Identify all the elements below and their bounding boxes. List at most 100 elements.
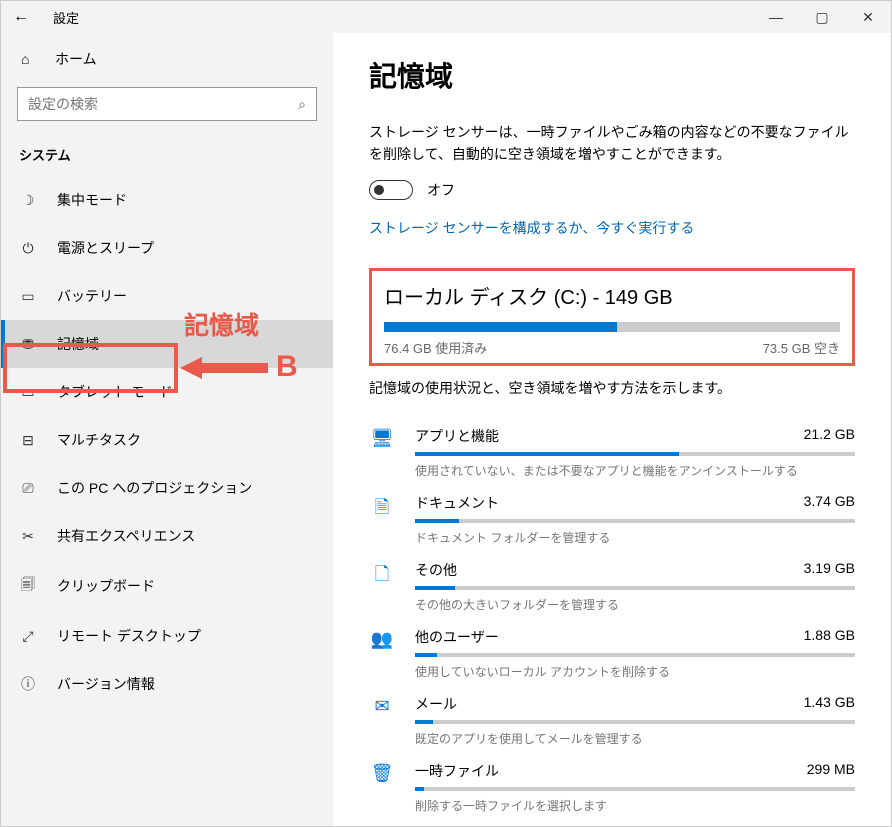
category-icon: 🗑: [369, 761, 395, 784]
disk-title: ローカル ディスク (C:) - 149 GB: [384, 281, 840, 310]
category-bar: [415, 787, 855, 791]
category-row[interactable]: 🗑一時ファイル299 MB削除する一時ファイルを選択します: [369, 751, 855, 818]
sidebar-item-about[interactable]: ⓘ バージョン情報: [1, 660, 333, 708]
content: 記憶域 ストレージ センサーは、一時ファイルやごみ箱の内容などの不要なファイルを…: [333, 33, 891, 826]
projection-icon: ⎚: [19, 480, 37, 497]
category-bar-fill: [415, 787, 424, 791]
sidebar-item-battery[interactable]: ▭ バッテリー: [1, 272, 333, 320]
category-bar-fill: [415, 586, 455, 590]
category-row[interactable]: 🗎ドキュメント3.74 GBドキュメント フォルダーを管理する: [369, 483, 855, 550]
clipboard-icon: 🗐: [19, 574, 37, 598]
info-icon: ⓘ: [19, 674, 37, 694]
storage-sense-toggle[interactable]: オフ: [369, 180, 855, 200]
category-size: 1.43 GB: [804, 694, 855, 714]
multitask-icon: ⊟: [19, 432, 37, 449]
back-button[interactable]: ←: [1, 8, 41, 26]
category-bar-fill: [415, 653, 437, 657]
storage-sense-desc: ストレージ センサーは、一時ファイルやごみ箱の内容などの不要なファイルを削除して…: [369, 121, 855, 166]
configure-link[interactable]: ストレージ センサーを構成するか、今すぐ実行する: [369, 218, 694, 238]
category-size: 1.88 GB: [804, 627, 855, 647]
sidebar-item-label: 記憶域: [57, 334, 99, 354]
sidebar-item-label: マルチタスク: [57, 430, 141, 450]
home-icon: ⌂: [21, 51, 37, 67]
sidebar-item-multitask[interactable]: ⊟ マルチタスク: [1, 416, 333, 464]
sidebar-item-label: タブレット モード: [57, 382, 173, 402]
category-bar: [415, 452, 855, 456]
sidebar-home[interactable]: ⌂ ホーム: [1, 39, 333, 79]
disk-meta: 76.4 GB 使用済み 73.5 GB 空き: [384, 338, 840, 357]
disk-free: 73.5 GB 空き: [763, 338, 840, 357]
category-name: 一時ファイル: [415, 761, 499, 781]
toggle-knob: [374, 185, 384, 195]
sidebar-item-storage[interactable]: ⛃ 記憶域: [1, 320, 333, 368]
toggle-label: オフ: [427, 180, 455, 200]
remote-icon: ⤢: [19, 628, 37, 645]
category-sub: 使用していないローカル アカウントを削除する: [415, 663, 855, 680]
category-size: 21.2 GB: [804, 426, 855, 446]
sidebar-item-clipboard[interactable]: 🗐 クリップボード: [1, 560, 333, 612]
disk-used: 76.4 GB 使用済み: [384, 338, 487, 357]
category-name: メール: [415, 694, 457, 714]
moon-icon: ☽: [19, 192, 37, 209]
sidebar-item-label: リモート デスクトップ: [57, 626, 201, 646]
category-bar: [415, 586, 855, 590]
category-row[interactable]: 👥 他のユーザー 1.88 GB 使用していないローカル アカウントを削除する: [369, 617, 855, 684]
section-label: システム: [1, 141, 333, 176]
category-icon: 🖥: [369, 426, 395, 449]
category-sub: 既定のアプリを使用してメールを管理する: [415, 730, 855, 747]
category-bar: [415, 653, 855, 657]
maximize-button[interactable]: ▢: [799, 9, 845, 26]
sidebar-item-tablet[interactable]: ▭ タブレット モード: [1, 368, 333, 416]
disk-summary: ローカル ディスク (C:) - 149 GB 76.4 GB 使用済み 73.…: [369, 268, 855, 366]
power-icon: ⏻: [19, 240, 37, 257]
sidebar-item-focus[interactable]: ☽ 集中モード: [1, 176, 333, 224]
category-name: その他: [415, 560, 457, 580]
category-row[interactable]: 🖥 アプリと機能 21.2 GB 使用されていない、または不要なアプリと機能をアンイン…: [369, 416, 855, 483]
category-sub: その他の大きいフォルダーを管理する: [415, 596, 855, 613]
category-bar-fill: [415, 519, 459, 523]
category-icon: 👥: [369, 627, 395, 650]
sidebar-item-label: この PC へのプロジェクション: [57, 478, 252, 498]
window-title: 設定: [53, 8, 79, 27]
disk-bar-fill: [384, 322, 617, 332]
sidebar-item-sharing[interactable]: ✂ 共有エクスペリエンス: [1, 512, 333, 560]
category-icon: 🗋: [369, 560, 395, 592]
sidebar-item-remote[interactable]: ⤢ リモート デスクトップ: [1, 612, 333, 660]
disk-bar: [384, 322, 840, 332]
category-size: 3.19 GB: [804, 560, 855, 580]
search-input[interactable]: [28, 96, 298, 112]
sub-desc: 記憶域の使用状況と、空き領域を増やす方法を示します。: [369, 378, 855, 398]
sidebar: ⌂ ホーム ⌕ システム ☽ 集中モード ⏻ 電源とスリープ ▭ バッテリー ⛃: [1, 33, 333, 826]
sidebar-item-label: クリップボード: [57, 576, 155, 596]
sidebar-item-power[interactable]: ⏻ 電源とスリープ: [1, 224, 333, 272]
sidebar-item-label: バージョン情報: [57, 674, 155, 694]
category-bar: [415, 519, 855, 523]
category-row[interactable]: ✉ メール 1.43 GB 既定のアプリを使用してメールを管理する: [369, 684, 855, 751]
sidebar-item-projection[interactable]: ⎚ この PC へのプロジェクション: [1, 464, 333, 512]
category-name: アプリと機能: [415, 426, 499, 446]
toggle-pill[interactable]: [369, 180, 413, 200]
category-bar-fill: [415, 720, 433, 724]
titlebar: ← 設定 — ▢ ✕: [1, 1, 891, 33]
category-bar-fill: [415, 452, 679, 456]
category-icon: 🗎: [369, 493, 395, 525]
battery-icon: ▭: [19, 288, 37, 305]
page-title: 記憶域: [369, 55, 855, 95]
share-icon: ✂: [19, 528, 37, 545]
category-row[interactable]: 🗋 その他 3.19 GB その他の大きいフォルダーを管理する: [369, 550, 855, 617]
category-size: 3.74 GB: [804, 493, 855, 513]
sidebar-item-label: バッテリー: [57, 286, 127, 306]
close-button[interactable]: ✕: [845, 9, 891, 26]
category-sub: 削除する一時ファイルを選択します: [415, 797, 855, 814]
sidebar-item-label: 電源とスリープ: [57, 238, 154, 258]
category-sub: 使用されていない、または不要なアプリと機能をアンインストールする: [415, 462, 855, 479]
tablet-icon: ▭: [19, 384, 37, 401]
category-bar: [415, 720, 855, 724]
category-name: ドキュメント: [415, 493, 499, 513]
category-icon: ✉: [369, 694, 395, 717]
search-icon: ⌕: [298, 96, 306, 113]
category-name: 他のユーザー: [415, 627, 499, 647]
minimize-button[interactable]: —: [753, 9, 799, 25]
search-box[interactable]: ⌕: [17, 87, 317, 121]
sidebar-item-label: 共有エクスペリエンス: [57, 526, 195, 546]
